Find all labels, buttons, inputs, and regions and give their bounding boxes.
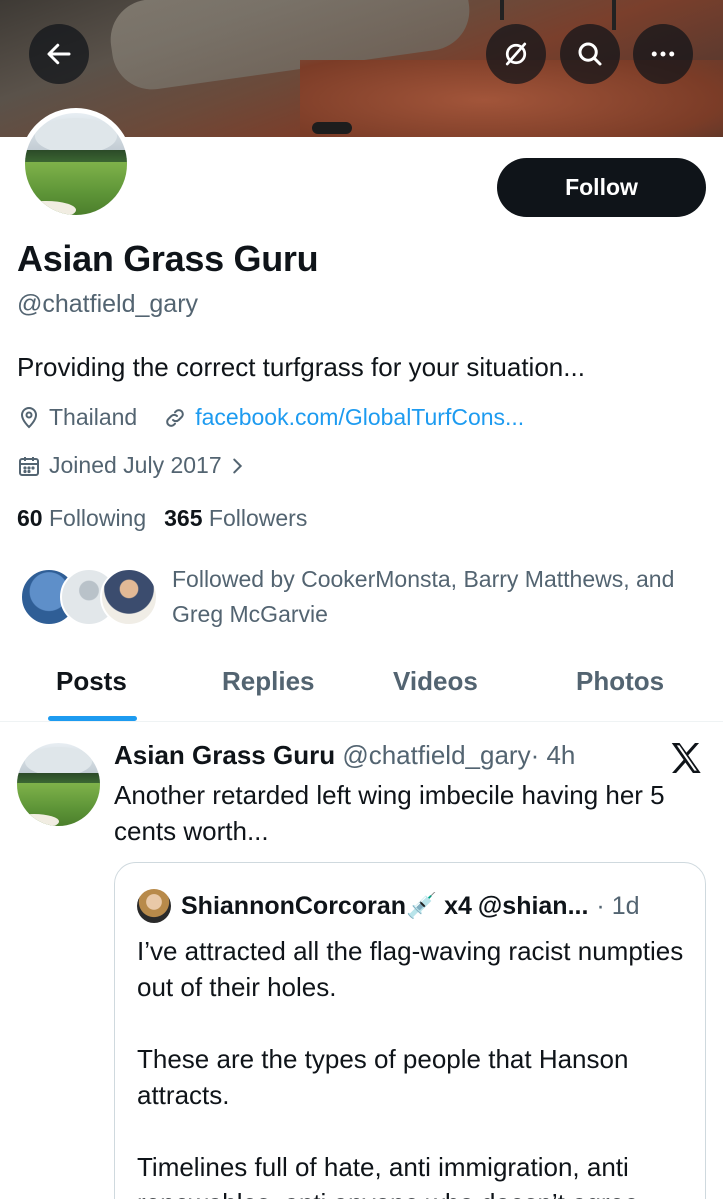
link-icon — [166, 408, 185, 427]
follow-button[interactable]: Follow — [497, 158, 706, 217]
post-header: Asian Grass Guru @chatfield_gary· 4h — [114, 740, 575, 771]
tab-replies[interactable]: Replies — [222, 666, 315, 697]
post-author-handle[interactable]: @chatfield_gary — [342, 740, 530, 770]
calendar-icon — [19, 456, 39, 476]
active-tab-indicator — [48, 716, 137, 721]
post-author-name[interactable]: Asian Grass Guru — [114, 740, 335, 770]
quoted-post[interactable]: ShiannonCorcoran💉 x4 @shian... · 1d I’ve… — [114, 862, 706, 1199]
arrow-left-icon — [47, 43, 71, 65]
quoted-author-handle: @shian... — [477, 891, 589, 920]
x-logo-icon — [671, 743, 701, 773]
location-pin-icon — [20, 406, 38, 428]
post-author-avatar[interactable] — [17, 743, 100, 826]
profile-name: Asian Grass Guru — [17, 238, 319, 279]
back-button[interactable] — [29, 24, 89, 84]
profile-avatar[interactable] — [20, 108, 132, 220]
more-dots-icon — [651, 51, 675, 57]
followers-link[interactable]: 365 Followers — [164, 505, 307, 532]
tab-posts[interactable]: Posts — [56, 666, 127, 697]
tab-videos[interactable]: Videos — [393, 666, 478, 697]
post-text: Another retarded left wing imbecile havi… — [114, 780, 665, 846]
search-button[interactable] — [560, 24, 620, 84]
profile-bio: Providing the correct turfgrass for your… — [17, 352, 585, 382]
quoted-post-time: · 1d — [596, 891, 640, 920]
follow-counts: 60 Following 365 Followers — [17, 505, 307, 532]
website-link[interactable]: facebook.com/GlobalTurfCons... — [195, 404, 524, 431]
joined-row[interactable]: Joined July 2017 — [17, 452, 256, 479]
avatar — [100, 568, 158, 626]
followed-by-avatars[interactable] — [20, 568, 160, 628]
chevron-right-icon — [232, 458, 242, 473]
more-button[interactable] — [633, 24, 693, 84]
search-icon — [578, 42, 602, 66]
following-link[interactable]: 60 Following — [17, 505, 146, 532]
followed-by-text[interactable]: Followed by CookerMonsta, Barry Matthews… — [172, 562, 692, 632]
tab-photos[interactable]: Photos — [576, 666, 664, 697]
post-time: · 4h — [530, 740, 576, 770]
profile-handle: @chatfield_gary — [17, 290, 199, 318]
profile-tabs: Posts Replies Videos Photos — [0, 650, 723, 722]
grok-button[interactable] — [486, 24, 546, 84]
joined-text: Joined July 2017 — [49, 452, 222, 478]
location-text: Thailand — [49, 404, 138, 430]
quoted-post-text: I’ve attracted all the flag-waving racis… — [137, 936, 684, 1199]
grok-slash-icon — [505, 42, 527, 66]
quoted-author-name: ShiannonCorcoran💉 x4 — [181, 891, 472, 920]
quoted-post-header: ShiannonCorcoran💉 x4 @shian... · 1d — [137, 889, 640, 923]
avatar — [137, 889, 171, 923]
profile-meta-location-website: Thailand facebook.com/GlobalTurfCons... — [17, 404, 524, 431]
